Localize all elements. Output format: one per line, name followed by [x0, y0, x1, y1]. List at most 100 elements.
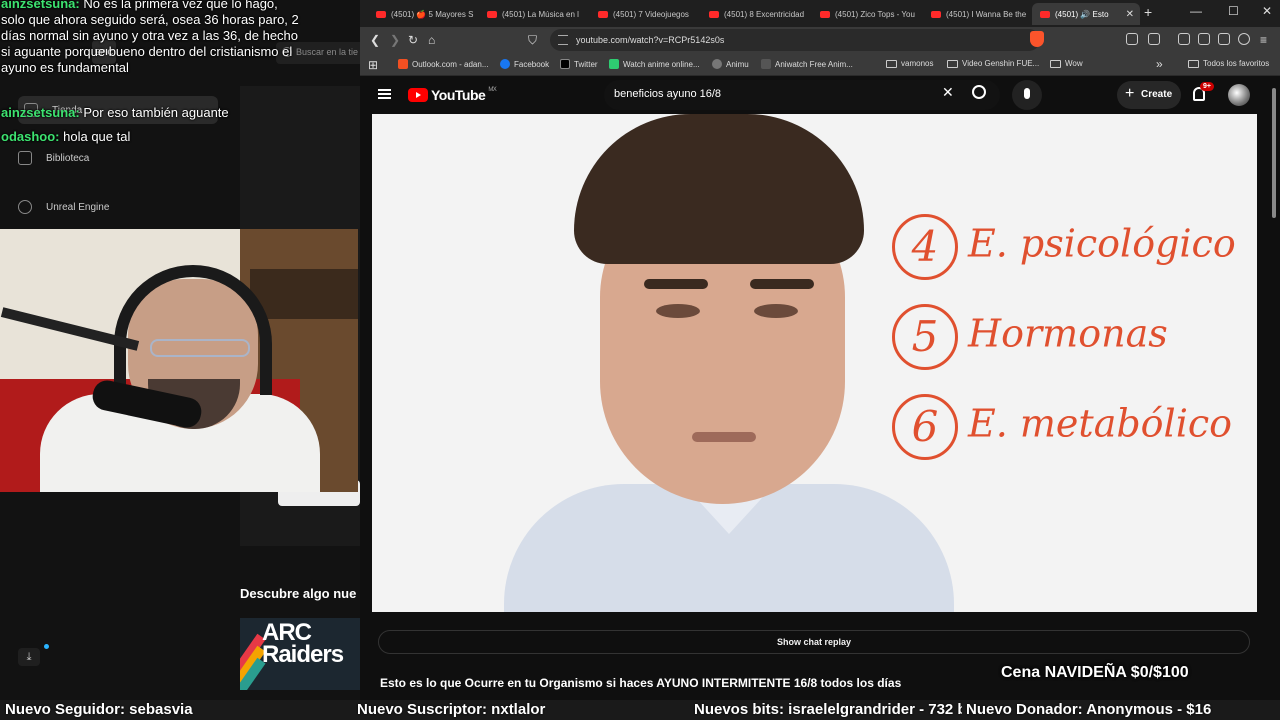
- video-player[interactable]: 4 E. psicológico 5 Hormonas 6 E. metabólico: [372, 114, 1257, 612]
- bookmark-folder[interactable]: vamonos: [886, 59, 933, 68]
- youtube-favicon-icon: [376, 10, 386, 18]
- chat-message: ainzsetsuna: No es la primera vez que lo…: [0, 0, 300, 76]
- bookmarks-bar: ⊞ Outlook.com - adan... Facebook Twitter…: [360, 53, 1280, 76]
- music-icon[interactable]: [1178, 33, 1190, 45]
- back-icon[interactable]: ❮: [370, 33, 380, 47]
- browser-tab-active[interactable]: (4501) 🔊 Esto ✕: [1032, 3, 1140, 25]
- bookmark-label: Watch anime online...: [623, 59, 700, 69]
- search-value: beneficios ayuno 16/8: [614, 88, 722, 100]
- maximize-icon[interactable]: ☐: [1228, 4, 1239, 18]
- video-title: Esto es lo que Ocurre en tu Organismo si…: [380, 676, 902, 690]
- bookmark-item[interactable]: Aniwatch Free Anim...: [761, 59, 853, 69]
- alerts-ticker: Nuevo Seguidor: sebasvia Nuevo Suscripto…: [0, 700, 1280, 720]
- presenter-mouth: [692, 432, 756, 442]
- bookmark-icon[interactable]: ⛉: [528, 33, 537, 48]
- site-settings-icon[interactable]: [558, 35, 568, 45]
- youtube-favicon-icon: [820, 10, 830, 18]
- sidebar-icon[interactable]: [1148, 33, 1160, 45]
- bookmark-folder[interactable]: Video Genshin FUE...: [947, 59, 1039, 68]
- aniwatch-icon: [761, 59, 771, 69]
- search-icon[interactable]: [972, 85, 986, 99]
- chat-username: ainzsetsuna:: [1, 0, 80, 11]
- new-tab-icon[interactable]: +: [1144, 4, 1152, 20]
- reload-icon[interactable]: ↻: [408, 33, 418, 47]
- bookmark-label: Outlook.com - adan...: [412, 59, 489, 69]
- board-line: 4 E. psicológico: [892, 214, 1236, 280]
- presenter-hair: [574, 114, 864, 264]
- outlook-icon: [398, 59, 408, 69]
- chat-text: No es la primera vez que lo hago, solo q…: [1, 0, 299, 75]
- region-code: MX: [488, 87, 497, 93]
- folder-icon: [1188, 59, 1199, 68]
- show-chat-replay-button[interactable]: Show chat replay: [378, 630, 1250, 654]
- sidebar-item-label: Biblioteca: [46, 152, 90, 164]
- youtube-logo[interactable]: YouTube MX: [408, 87, 497, 103]
- folder-icon: [1050, 59, 1061, 68]
- chat-username: ainzsetsuna:: [1, 105, 80, 120]
- plus-icon: +: [1125, 85, 1135, 102]
- chevron-right-icon[interactable]: »: [1156, 57, 1163, 71]
- close-window-icon[interactable]: ✕: [1262, 4, 1272, 18]
- ticker-bits: Nuevos bits: israelelgrandrider - 732 bi…: [694, 701, 985, 718]
- browser-tab[interactable]: (4501) I Wanna Be the: [923, 3, 1031, 25]
- presenter: [504, 114, 954, 612]
- forward-icon[interactable]: ❯: [390, 33, 400, 47]
- chat-message: odashoo: hola que tal: [0, 129, 300, 145]
- browser-tab[interactable]: (4501) 8 Excentricidad: [701, 3, 809, 25]
- voice-search-icon[interactable]: [1012, 80, 1042, 110]
- youtube-play-icon: [408, 88, 428, 102]
- search-input[interactable]: beneficios ayuno 16/8: [604, 80, 1000, 110]
- bookmark-item[interactable]: Twitter: [560, 59, 598, 69]
- glasses: [150, 339, 250, 357]
- bookmark-label: Facebook: [514, 59, 550, 69]
- sidebar-item-label: Unreal Engine: [46, 201, 110, 213]
- youtube-logo-text: YouTube: [431, 87, 486, 103]
- tab-label: (4501) 🍎 5 Mayores S: [391, 9, 474, 19]
- ticker-donor: Nuevo Donador: Anonymous - $16: [962, 700, 1212, 720]
- clear-search-icon[interactable]: ✕: [942, 84, 954, 101]
- youtube-favicon-icon: [709, 10, 719, 18]
- avatar[interactable]: [1228, 84, 1250, 106]
- ticker-subscriber: Nuevo Suscriptor: nxtlalor: [357, 701, 546, 718]
- youtube-favicon-icon: [1040, 10, 1050, 18]
- sidebar-item-unreal[interactable]: Unreal Engine: [18, 193, 218, 221]
- bookmark-item[interactable]: Watch anime online...: [609, 59, 700, 69]
- arc-raiders-card[interactable]: ARC Raiders: [240, 618, 360, 690]
- scrollbar[interactable]: [1272, 88, 1276, 218]
- hamburger-menu-icon[interactable]: [378, 89, 391, 99]
- browser-tab[interactable]: (4501) 🍎 5 Mayores S: [368, 3, 476, 25]
- board-line: 6 E. metabólico: [892, 394, 1232, 460]
- home-icon[interactable]: ⌂: [428, 33, 435, 47]
- minimize-icon[interactable]: —: [1190, 4, 1202, 18]
- extensions-icon[interactable]: [1126, 33, 1138, 45]
- tab-label: (4501) 8 Excentricidad: [724, 9, 805, 19]
- brave-shield-icon[interactable]: [1030, 31, 1044, 47]
- download-icon[interactable]: ⤓: [18, 648, 40, 666]
- board-text: E. psicológico: [968, 221, 1236, 266]
- bookmark-label: Animu: [726, 59, 749, 69]
- vpn-icon[interactable]: [1218, 33, 1230, 45]
- apps-grid-icon[interactable]: ⊞: [368, 58, 378, 72]
- presenter-eye: [754, 304, 798, 318]
- bookmark-item[interactable]: Outlook.com - adan...: [398, 59, 488, 69]
- animu-icon: [712, 59, 722, 69]
- create-button[interactable]: + Create: [1117, 81, 1181, 109]
- browser-tab[interactable]: (4501) La Música en l: [479, 3, 587, 25]
- bookmark-item[interactable]: Animu: [712, 59, 749, 69]
- browser-tab[interactable]: (4501) 7 Videojuegos: [590, 3, 698, 25]
- bookmark-label: Wow: [1065, 59, 1083, 68]
- shield-icon[interactable]: [1238, 33, 1250, 45]
- all-bookmarks[interactable]: Todos los favoritos: [1188, 59, 1269, 68]
- sidebar-item-library[interactable]: Biblioteca: [18, 144, 218, 172]
- browser-tab[interactable]: (4501) Zico Tops - You: [812, 3, 920, 25]
- shelf-figures: [250, 269, 358, 319]
- wallet-icon[interactable]: [1198, 33, 1210, 45]
- chat-message: ainzsetsuna: Por eso también aguante: [0, 105, 300, 121]
- url-field[interactable]: youtube.com/watch?v=RCPr5142s0s: [550, 29, 1040, 51]
- close-tab-icon[interactable]: ✕: [1126, 9, 1134, 20]
- bookmark-item[interactable]: Facebook: [500, 59, 549, 69]
- youtube-favicon-icon: [931, 10, 941, 18]
- menu-icon[interactable]: ≡: [1260, 33, 1267, 47]
- donation-goal: Cena NAVIDEÑA $0/$100: [1001, 664, 1189, 681]
- bookmark-folder[interactable]: Wow: [1050, 59, 1083, 68]
